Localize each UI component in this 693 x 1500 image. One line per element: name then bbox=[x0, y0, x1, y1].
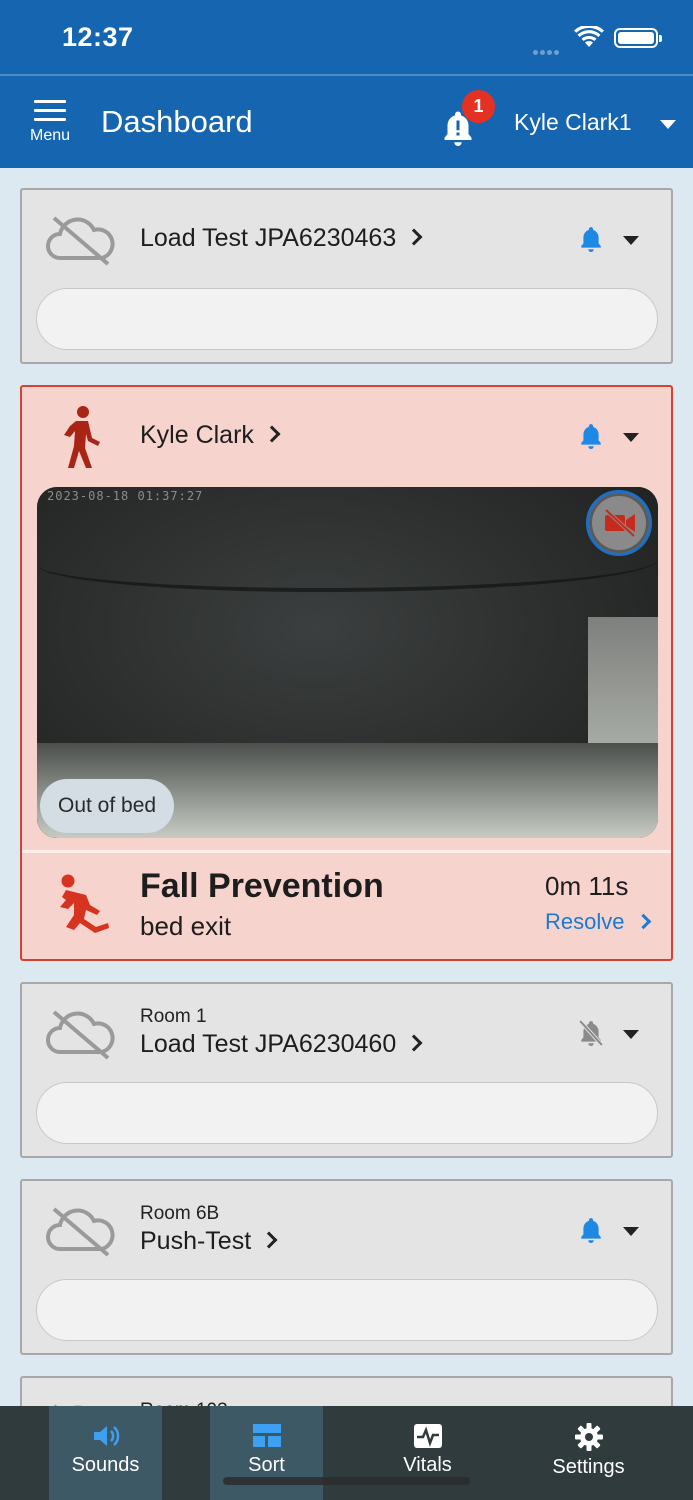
card-name[interactable]: Push-Test bbox=[140, 1227, 251, 1255]
dropdown-caret-icon[interactable] bbox=[623, 433, 639, 442]
resolve-label[interactable]: Resolve bbox=[545, 909, 624, 934]
walking-person-icon bbox=[64, 406, 100, 468]
dropdown-caret-icon[interactable] bbox=[623, 236, 639, 245]
card-name[interactable]: Kyle Clark bbox=[140, 421, 254, 449]
nav-vitals[interactable]: Vitals bbox=[371, 1406, 484, 1500]
resolve-button[interactable]: Resolve bbox=[545, 909, 652, 935]
chevron-right-icon[interactable] bbox=[405, 1034, 423, 1052]
chevron-right-icon[interactable] bbox=[405, 228, 423, 246]
hamburger-icon bbox=[34, 100, 66, 121]
bell-icon[interactable] bbox=[578, 421, 604, 451]
alert-subtitle: bed exit bbox=[140, 911, 232, 941]
cloud-off-icon bbox=[46, 1207, 115, 1257]
card-name[interactable]: Load Test JPA6230460 bbox=[140, 1030, 396, 1058]
nav-label: Vitals bbox=[403, 1454, 452, 1476]
clock: 12:37 bbox=[62, 22, 134, 52]
patient-card[interactable]: Room 1 Load Test JPA6230460 bbox=[20, 982, 673, 1158]
chevron-right-icon[interactable] bbox=[260, 1231, 278, 1249]
status-bar-pill bbox=[36, 1082, 658, 1144]
bell-icon[interactable] bbox=[578, 224, 604, 254]
patient-card-alert[interactable]: Kyle Clark 2023-08-18 01:37:27 Out of be… bbox=[20, 385, 673, 961]
dropdown-caret-icon[interactable] bbox=[623, 1227, 639, 1236]
speaker-icon bbox=[93, 1426, 119, 1446]
chevron-down-icon[interactable] bbox=[660, 120, 676, 129]
bottom-navigation: Sounds Sort Vitals Settings bbox=[0, 1406, 693, 1500]
sort-icon bbox=[252, 1424, 281, 1447]
chevron-right-icon[interactable] bbox=[636, 913, 652, 930]
vitals-icon bbox=[413, 1424, 442, 1448]
nav-sounds[interactable]: Sounds bbox=[49, 1406, 162, 1500]
notification-badge: 1 bbox=[462, 90, 495, 123]
divider bbox=[22, 850, 671, 853]
notifications-button[interactable]: 1 bbox=[440, 90, 495, 146]
status-bar-pill bbox=[36, 1279, 658, 1341]
status-bar: 12:37 bbox=[0, 0, 693, 74]
camera-status-tag: Out of bed bbox=[40, 779, 175, 833]
wifi-icon bbox=[574, 26, 604, 47]
nav-settings[interactable]: Settings bbox=[532, 1406, 645, 1500]
patient-card[interactable]: Room 6B Push-Test bbox=[20, 1179, 673, 1355]
fall-icon bbox=[60, 874, 109, 933]
camera-feed[interactable]: 2023-08-18 01:37:27 Out of bed bbox=[37, 487, 658, 838]
dropdown-caret-icon[interactable] bbox=[623, 1030, 639, 1039]
signal-icon bbox=[533, 42, 565, 55]
patient-card[interactable]: Load Test JPA6230463 bbox=[20, 188, 673, 364]
alert-title: Fall Prevention bbox=[140, 867, 384, 905]
menu-button[interactable]: Menu bbox=[20, 100, 80, 156]
room-label: Room 1 bbox=[140, 1006, 207, 1027]
nav-label: Settings bbox=[552, 1456, 625, 1478]
nav-label: Sort bbox=[248, 1454, 285, 1476]
bell-off-icon[interactable] bbox=[578, 1018, 604, 1048]
nav-label: Sounds bbox=[71, 1454, 140, 1476]
menu-label: Menu bbox=[29, 127, 71, 144]
video-off-icon bbox=[604, 508, 636, 538]
camera-timestamp: 2023-08-18 01:37:27 bbox=[47, 489, 204, 503]
page-title: Dashboard bbox=[101, 104, 253, 139]
cloud-off-icon bbox=[46, 216, 115, 266]
user-menu[interactable]: Kyle Clark1 bbox=[514, 109, 632, 136]
status-bar-pill bbox=[36, 288, 658, 350]
cloud-off-icon bbox=[46, 1010, 115, 1060]
battery-icon bbox=[614, 28, 662, 48]
home-indicator[interactable] bbox=[223, 1477, 470, 1485]
nav-sort[interactable]: Sort bbox=[210, 1406, 323, 1500]
video-off-button[interactable] bbox=[586, 490, 652, 556]
alert-elapsed-time: 0m 11s bbox=[545, 871, 629, 901]
bell-icon[interactable] bbox=[578, 1215, 604, 1245]
card-name[interactable]: Load Test JPA6230463 bbox=[140, 224, 396, 252]
gear-icon bbox=[574, 1423, 603, 1451]
room-label: Room 6B bbox=[140, 1203, 220, 1224]
chevron-right-icon[interactable] bbox=[263, 425, 281, 443]
app-header: Menu Dashboard 1 Kyle Clark1 bbox=[0, 74, 693, 168]
